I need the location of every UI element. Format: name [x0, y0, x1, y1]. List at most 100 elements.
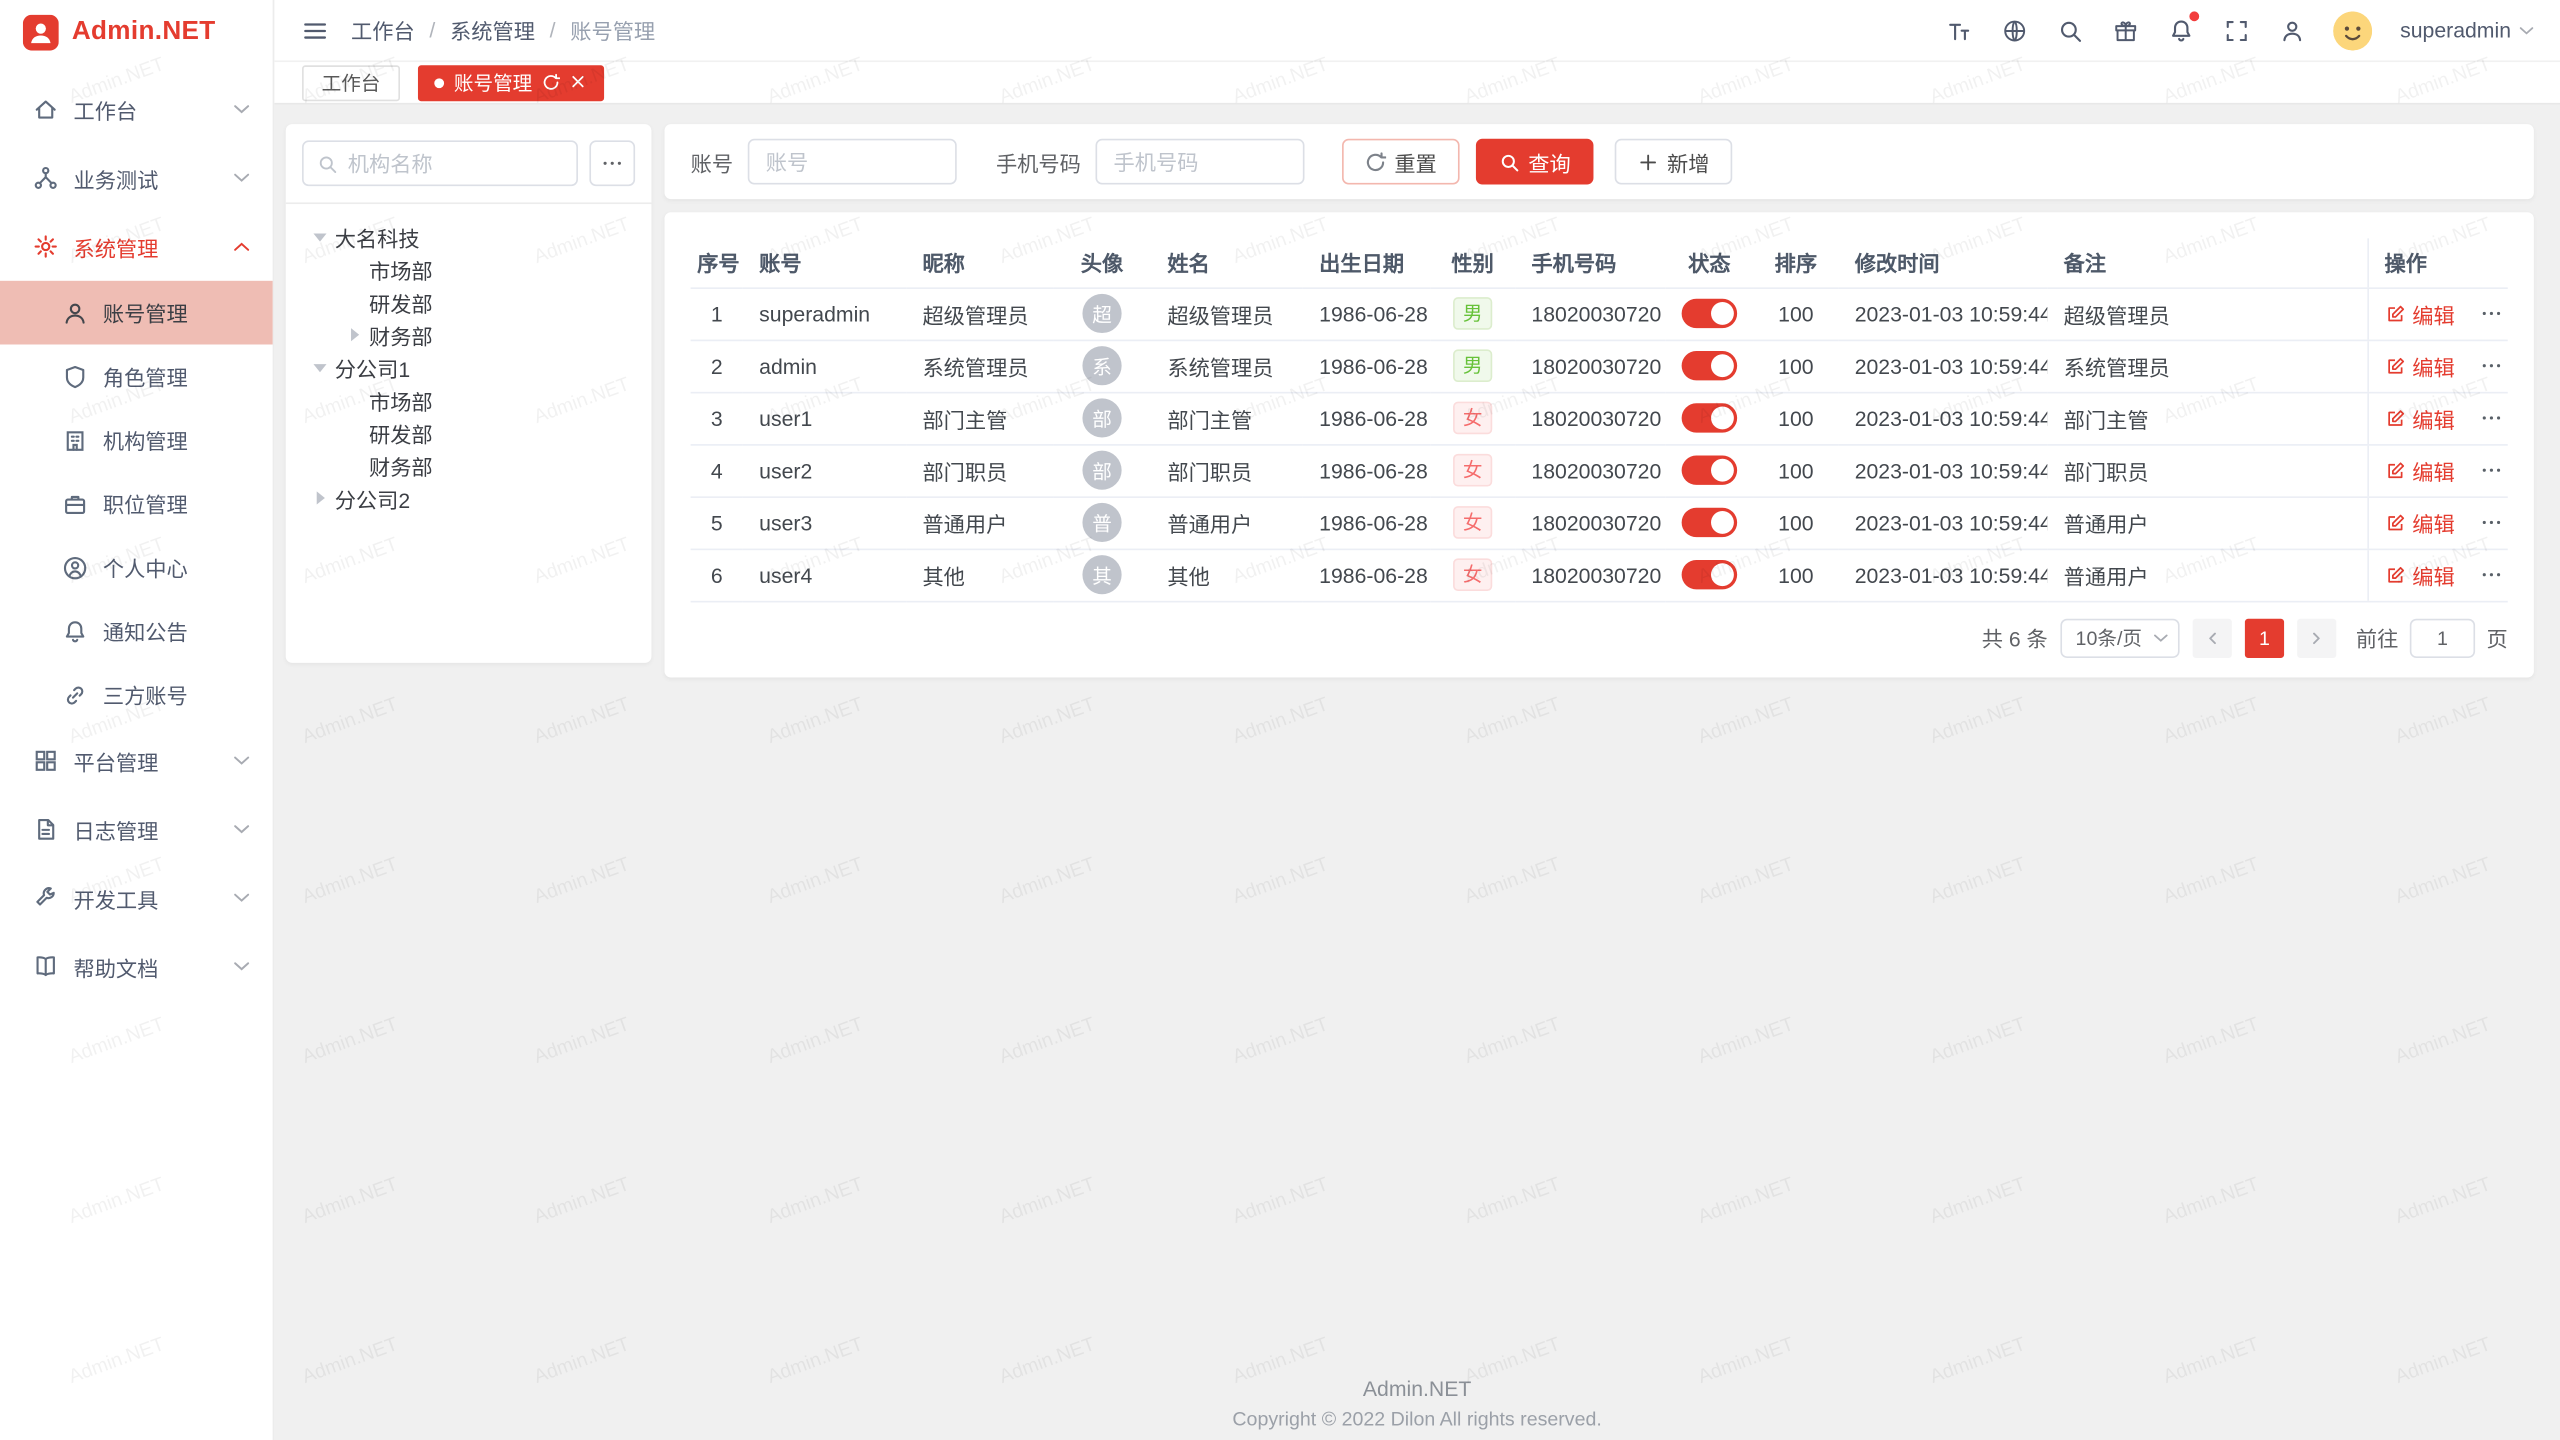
more-icon[interactable] — [2480, 407, 2503, 430]
sidebar-item-platform[interactable]: 平台管理 — [0, 727, 273, 796]
status-toggle[interactable] — [1682, 403, 1738, 432]
hamburger-icon[interactable] — [300, 16, 328, 44]
org-search-input[interactable] — [348, 151, 564, 175]
prev-page-button[interactable] — [2193, 618, 2232, 657]
cell-sort: 100 — [1753, 444, 1838, 496]
logo[interactable]: Admin.NET — [0, 0, 273, 65]
page-number-current[interactable]: 1 — [2245, 618, 2284, 657]
sidebar-item-devtools[interactable]: 开发工具 — [0, 864, 273, 933]
chevron-down-icon — [233, 173, 249, 183]
table-row: 5 user3 普通用户 普 普通用户 1986-06-28 女 1802003… — [691, 496, 2508, 548]
cell-remark: 普通用户 — [2047, 496, 2367, 548]
sidebar-item-business-test[interactable]: 业务测试 — [0, 144, 273, 213]
fullscreen-icon[interactable] — [2222, 16, 2250, 44]
tree-node-dept[interactable]: 研发部 — [302, 286, 635, 319]
cell-index: 6 — [691, 549, 743, 601]
reset-button[interactable]: 重置 — [1342, 139, 1460, 185]
add-button[interactable]: 新增 — [1615, 139, 1733, 185]
sidebar-item-notice[interactable]: 通知公告 — [0, 599, 273, 663]
page-size-select[interactable]: 10条/页 — [2061, 618, 2180, 657]
sidebar-item-account-mgmt[interactable]: 账号管理 — [0, 281, 273, 345]
bell-icon[interactable] — [2167, 16, 2195, 44]
goto-page-input[interactable] — [2410, 618, 2475, 657]
more-icon[interactable] — [2480, 563, 2503, 586]
status-toggle[interactable] — [1682, 456, 1738, 485]
account-input[interactable] — [748, 139, 957, 185]
cell-phone: 18020030720 — [1515, 392, 1665, 444]
tree-node-label: 大名科技 — [335, 221, 420, 252]
tree-node-dept[interactable]: 财务部 — [302, 318, 635, 351]
breadcrumb-item[interactable]: 系统管理 — [450, 15, 535, 46]
cell-phone: 18020030720 — [1515, 444, 1665, 496]
sidebar-item-label: 三方账号 — [103, 679, 250, 710]
add-label: 新增 — [1667, 146, 1709, 177]
divider — [286, 202, 652, 204]
close-icon[interactable] — [570, 73, 588, 91]
tree-node-branch2[interactable]: 分公司2 — [302, 482, 635, 515]
tree-node-dept[interactable]: 市场部 — [302, 253, 635, 286]
page-size-value: 10条/页 — [2076, 624, 2142, 652]
tab-account-mgmt[interactable]: 账号管理 — [418, 64, 604, 100]
edit-button[interactable]: 编辑 — [2384, 350, 2454, 381]
edit-button[interactable]: 编辑 — [2384, 507, 2454, 538]
cell-modified-time: 2023-01-03 10:59:44 — [1838, 287, 2047, 339]
more-icon[interactable] — [2480, 354, 2503, 377]
col-header: 修改时间 — [1838, 238, 2047, 287]
cell-birthdate: 1986-06-28 — [1303, 287, 1430, 339]
book-icon — [33, 953, 59, 979]
globe-icon[interactable] — [2000, 16, 2028, 44]
cell-phone: 18020030720 — [1515, 496, 1665, 548]
sidebar-item-role-mgmt[interactable]: 角色管理 — [0, 344, 273, 408]
status-toggle[interactable] — [1682, 299, 1738, 328]
sidebar-item-label: 开发工具 — [73, 882, 233, 913]
status-toggle[interactable] — [1682, 560, 1738, 589]
sidebar-item-personal-center[interactable]: 个人中心 — [0, 536, 273, 600]
edit-button[interactable]: 编辑 — [2384, 559, 2454, 590]
tree-node-branch1[interactable]: 分公司1 — [302, 351, 635, 384]
tab-workbench[interactable]: 工作台 — [302, 64, 400, 100]
tree-node-dept[interactable]: 财务部 — [302, 449, 635, 482]
more-icon[interactable] — [2480, 511, 2503, 534]
gender-tag: 女 — [1453, 558, 1492, 591]
edit-button[interactable]: 编辑 — [2384, 402, 2454, 433]
tree-node-company[interactable]: 大名科技 — [302, 220, 635, 253]
breadcrumb-item[interactable]: 工作台 — [351, 15, 415, 46]
more-icon[interactable] — [2480, 459, 2503, 482]
sidebar-item-label: 账号管理 — [103, 297, 250, 328]
avatar[interactable] — [2333, 11, 2372, 50]
refresh-icon[interactable] — [542, 73, 560, 91]
status-toggle[interactable] — [1682, 508, 1738, 537]
next-page-button[interactable] — [2297, 618, 2336, 657]
cell-sort: 100 — [1753, 392, 1838, 444]
sidebar-item-logs[interactable]: 日志管理 — [0, 795, 273, 864]
accounts-table-panel: 序号 账号 昵称 头像 姓名 出生日期 性别 手机号码 状态 排序 修改时间 — [664, 212, 2533, 676]
edit-button[interactable]: 编辑 — [2384, 298, 2454, 329]
document-icon — [33, 816, 59, 842]
cell-birthdate: 1986-06-28 — [1303, 392, 1430, 444]
phone-input[interactable] — [1096, 139, 1305, 185]
search-button[interactable]: 查询 — [1476, 139, 1594, 185]
sidebar-item-third-party[interactable]: 三方账号 — [0, 663, 273, 727]
sidebar-item-org-mgmt[interactable]: 机构管理 — [0, 408, 273, 472]
sidebar-item-workbench[interactable]: 工作台 — [0, 75, 273, 144]
font-size-icon[interactable] — [1945, 16, 1973, 44]
user-icon[interactable] — [2278, 16, 2306, 44]
status-toggle[interactable] — [1682, 351, 1738, 380]
more-icon[interactable] — [589, 140, 635, 186]
chevron-up-icon — [233, 242, 249, 252]
edit-button[interactable]: 编辑 — [2384, 455, 2454, 486]
search-icon[interactable] — [2056, 16, 2084, 44]
tree-node-dept[interactable]: 市场部 — [302, 384, 635, 417]
sidebar-item-position-mgmt[interactable]: 职位管理 — [0, 472, 273, 536]
more-icon[interactable] — [2480, 302, 2503, 325]
cell-birthdate: 1986-06-28 — [1303, 444, 1430, 496]
sidebar-item-label: 通知公告 — [103, 616, 250, 647]
gift-icon[interactable] — [2111, 16, 2139, 44]
sidebar-item-docs[interactable]: 帮助文档 — [0, 932, 273, 1001]
col-header: 序号 — [691, 238, 743, 287]
edit-icon — [2384, 407, 2405, 428]
sidebar-item-system[interactable]: 系统管理 — [0, 212, 273, 281]
tree-node-dept[interactable]: 研发部 — [302, 416, 635, 449]
user-menu[interactable]: superadmin — [2400, 18, 2534, 42]
cell-name: 部门职员 — [1151, 444, 1303, 496]
